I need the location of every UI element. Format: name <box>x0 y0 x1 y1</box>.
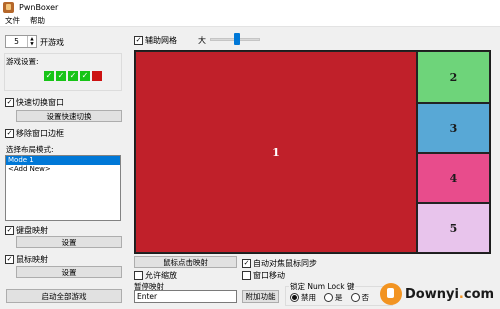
size-slider-thumb[interactable] <box>234 33 240 45</box>
auto-focus-sync-checkbox[interactable]: ✓ 自动对焦鼠标同步 <box>242 258 317 269</box>
watermark: Downyi.com <box>380 281 496 307</box>
pane-4-label: 4 <box>449 171 458 185</box>
remove-border-check-icon[interactable]: ✓ <box>5 129 14 138</box>
app-icon <box>3 2 14 13</box>
layout-preview: 1 2 3 4 5 <box>134 50 491 254</box>
pane-1[interactable]: 1 <box>136 52 416 252</box>
allow-zoom-label: 允许缩放 <box>145 271 177 280</box>
numlock-radio-yes[interactable]: 是 <box>324 292 343 303</box>
keyboard-map-label: 键盘映射 <box>16 226 48 235</box>
watermark-logo-icon <box>380 283 402 305</box>
stepper-down-icon[interactable]: ▼ <box>30 42 33 47</box>
radio-icon[interactable] <box>324 293 333 302</box>
pane-5[interactable]: 5 <box>418 204 489 252</box>
mouse-map-settings-button[interactable]: 设置 <box>16 266 122 278</box>
game-toggle-1[interactable]: ✓ <box>44 71 54 81</box>
mouse-map-checkbox[interactable]: ✓ 鼠标映射 <box>5 254 48 265</box>
mouse-map-label: 鼠标映射 <box>16 255 48 264</box>
game-count-stepper[interactable]: 5 ▲ ▼ <box>5 35 37 48</box>
list-item[interactable]: <Add New> <box>6 165 120 174</box>
numlock-radio-disable[interactable]: 禁用 <box>290 292 316 303</box>
game-toggle-2[interactable]: ✓ <box>56 71 66 81</box>
numlock-option-label: 禁用 <box>301 293 316 302</box>
keyboard-map-checkbox[interactable]: ✓ 键盘映射 <box>5 225 48 236</box>
aux-grid-checkbox[interactable]: ✓ 辅助网格 <box>134 35 177 46</box>
numlock-option-label: 否 <box>361 293 370 302</box>
aux-grid-check-icon[interactable]: ✓ <box>134 36 143 45</box>
pane-2-label: 2 <box>449 70 458 84</box>
extra-functions-button[interactable]: 附加功能 <box>242 290 279 303</box>
menu-bar: 文件 帮助 <box>0 15 500 27</box>
aux-grid-label: 辅助网格 <box>145 36 177 45</box>
pause-map-input[interactable]: Enter <box>134 290 237 303</box>
quick-switch-checkbox[interactable]: ✓ 快速切换窗口 <box>5 97 64 108</box>
keyboard-map-check-icon[interactable]: ✓ <box>5 226 14 235</box>
layout-mode-label: 选择布局模式: <box>6 145 54 154</box>
menu-help[interactable]: 帮助 <box>25 15 50 26</box>
mouse-click-map-button[interactable]: 鼠标点击映射 <box>134 256 237 268</box>
list-item[interactable]: Mode 1 <box>6 156 120 165</box>
pause-map-value: Enter <box>137 292 158 301</box>
window-title: PwnBoxer <box>19 3 59 12</box>
title-bar: PwnBoxer <box>0 0 500 15</box>
stepper-arrows[interactable]: ▲ ▼ <box>27 36 36 47</box>
numlock-radio-no[interactable]: 否 <box>350 292 370 303</box>
pane-3[interactable]: 3 <box>418 104 489 152</box>
remove-border-checkbox[interactable]: ✓ 移除窗口边框 <box>5 128 64 139</box>
game-toggle-5[interactable] <box>92 71 102 81</box>
auto-focus-sync-check-icon[interactable]: ✓ <box>242 259 251 268</box>
allow-zoom-checkbox[interactable]: 允许缩放 <box>134 270 177 281</box>
remove-border-label: 移除窗口边框 <box>16 129 64 138</box>
size-slider-label: 大 <box>198 36 206 45</box>
numlock-options: 禁用 是 否 <box>290 292 369 303</box>
quick-switch-settings-button[interactable]: 设置快速切换 <box>16 110 122 122</box>
window-move-checkbox[interactable]: 窗口移动 <box>242 270 285 281</box>
keyboard-map-settings-button[interactable]: 设置 <box>16 236 122 248</box>
numlock-option-label: 是 <box>335 293 343 302</box>
start-all-games-button[interactable]: 启动全部游戏 <box>6 289 122 303</box>
pane-3-label: 3 <box>449 121 458 135</box>
game-settings-toggles: ✓ ✓ ✓ ✓ <box>44 71 102 81</box>
pane-2[interactable]: 2 <box>418 52 489 102</box>
mouse-map-check-icon[interactable]: ✓ <box>5 255 14 264</box>
pane-1-label: 1 <box>272 145 280 159</box>
pane-5-label: 5 <box>449 221 458 235</box>
radio-icon[interactable] <box>350 293 360 302</box>
radio-selected-icon[interactable] <box>290 293 299 302</box>
game-toggle-3[interactable]: ✓ <box>68 71 78 81</box>
allow-zoom-check-icon[interactable] <box>134 271 143 280</box>
layout-mode-list[interactable]: Mode 1 <Add New> <box>5 155 121 221</box>
window-move-label: 窗口移动 <box>253 271 285 280</box>
menu-file[interactable]: 文件 <box>0 15 25 26</box>
game-settings-label: 游戏设置: <box>6 57 39 66</box>
watermark-text: Downyi.com <box>405 286 495 302</box>
numlock-label: 锁定 Num Lock 键 <box>289 281 356 292</box>
game-toggle-4[interactable]: ✓ <box>80 71 90 81</box>
game-count-value: 5 <box>14 37 19 46</box>
quick-switch-check-icon[interactable]: ✓ <box>5 98 14 107</box>
auto-focus-sync-label: 自动对焦鼠标同步 <box>253 259 317 268</box>
pane-4[interactable]: 4 <box>418 154 489 202</box>
game-count-label: 开游戏 <box>40 38 64 47</box>
window-move-check-icon[interactable] <box>242 271 251 280</box>
quick-switch-label: 快速切换窗口 <box>16 98 64 107</box>
